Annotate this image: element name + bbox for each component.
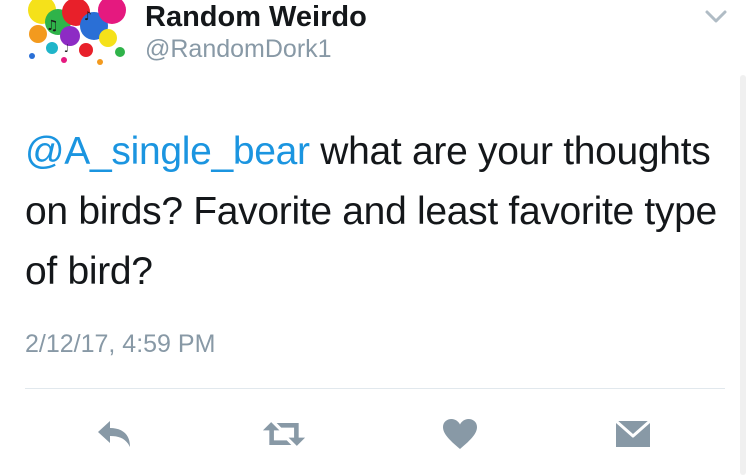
svg-text:♫: ♫ xyxy=(46,18,59,34)
svg-text:♪: ♪ xyxy=(84,9,92,23)
retweet-button[interactable] xyxy=(262,412,306,456)
like-button[interactable] xyxy=(438,412,482,456)
mention-link[interactable]: @A_single_bear xyxy=(25,130,310,173)
direct-message-button[interactable] xyxy=(611,412,655,456)
heart-icon xyxy=(443,419,477,449)
avatar[interactable]: ♫ ♪ ♩ xyxy=(24,0,128,72)
svg-text:♩: ♩ xyxy=(64,42,69,55)
tweet-timestamp: 2/12/17, 4:59 PM xyxy=(25,330,216,358)
scrollbar[interactable] xyxy=(740,75,746,475)
chevron-down-icon[interactable] xyxy=(703,6,729,26)
avatar-image: ♫ ♪ ♩ xyxy=(24,0,128,72)
reply-button[interactable] xyxy=(92,412,136,456)
retweet-icon xyxy=(262,422,306,446)
envelope-icon xyxy=(615,419,651,447)
tweet-text: @A_single_bear what are your thoughts on… xyxy=(25,122,730,302)
author-display-name[interactable]: Random Weirdo xyxy=(145,0,367,34)
reply-icon xyxy=(98,421,130,447)
divider xyxy=(25,388,725,389)
author-handle[interactable]: @RandomDork1 xyxy=(145,34,332,64)
tweet-detail-view: ♫ ♪ ♩ Random Weirdo @RandomDork1 @A_sing… xyxy=(0,0,750,475)
